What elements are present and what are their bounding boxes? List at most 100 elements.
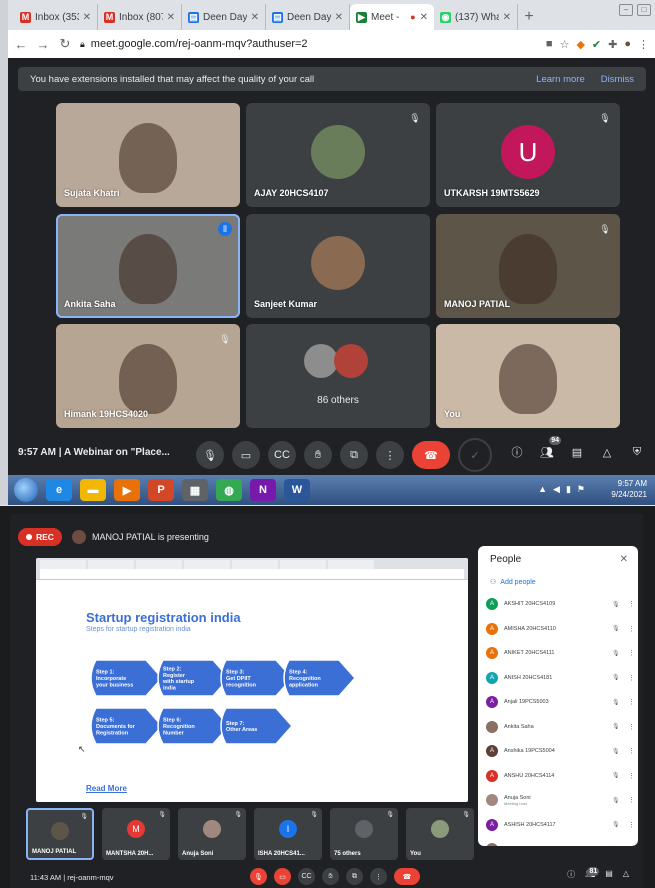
explorer-icon[interactable]: ▬ bbox=[80, 479, 106, 501]
menu-dots-icon[interactable]: ⋮ bbox=[638, 38, 649, 51]
chat-icon[interactable]: ▤ bbox=[567, 438, 587, 466]
participant-tile[interactable]: MANOJ PATIAL 🎙︎ bbox=[436, 214, 620, 318]
more-options-icon[interactable]: ⋮ bbox=[628, 649, 636, 657]
people-icon[interactable]: 👥︎81 bbox=[585, 867, 600, 880]
dismiss-button[interactable]: Dismiss bbox=[601, 74, 634, 85]
captions-icon[interactable]: CC bbox=[298, 868, 315, 885]
mic-icon[interactable]: 🎙︎ bbox=[196, 441, 224, 469]
people-list-item[interactable]: A ANIKET 20HCS4111 🎙︎ ⋮ bbox=[486, 641, 636, 666]
close-icon[interactable]: ✕ bbox=[620, 554, 628, 565]
calculator-icon[interactable]: ▦ bbox=[182, 479, 208, 501]
ie-icon[interactable]: e bbox=[46, 479, 72, 501]
more-options-icon[interactable]: ⋮ bbox=[628, 747, 636, 755]
mic-muted-icon[interactable]: 🎙︎ bbox=[612, 601, 622, 608]
people-list-item[interactable]: A Anjali 19PCS5003 🎙︎ ⋮ bbox=[486, 690, 636, 715]
activities-icon[interactable]: △ bbox=[597, 438, 617, 466]
present-screen-icon[interactable]: ⧉ bbox=[340, 441, 368, 469]
add-people-button[interactable]: ⚇ Add people bbox=[490, 578, 536, 587]
people-list-item[interactable]: Ankita Saha 🎙︎ ⋮ bbox=[486, 715, 636, 740]
participant-tile[interactable]: AJAY 20HCS4107 🎙︎ bbox=[246, 103, 430, 207]
participant-thumbnail[interactable]: M MANTSHA 20H... 🎙︎ bbox=[102, 808, 170, 860]
volume-icon[interactable]: ◀ bbox=[553, 484, 560, 495]
tab-close-icon[interactable]: ✕ bbox=[251, 12, 259, 23]
raise-hand-icon[interactable]: ✋︎ bbox=[322, 868, 339, 885]
forward-icon[interactable]: → bbox=[36, 37, 50, 52]
taskbar-clock[interactable]: 9:57 AM 9/24/2021 bbox=[611, 478, 647, 500]
tab-close-icon[interactable]: ✕ bbox=[167, 12, 175, 23]
extension-icon[interactable]: ◆ bbox=[576, 38, 584, 51]
mic-muted-icon[interactable]: 🎙︎ bbox=[612, 723, 622, 730]
new-tab-button[interactable]: + bbox=[518, 4, 540, 30]
more-options-icon[interactable]: ⋮ bbox=[628, 600, 636, 608]
more-options-icon[interactable]: ⋮ bbox=[628, 821, 636, 829]
participant-tile[interactable]: Himank 19HCS4020 🎙︎ bbox=[56, 324, 240, 428]
host-controls-icon[interactable]: ⛨ bbox=[627, 438, 647, 466]
mic-muted-icon[interactable]: 🎙︎ bbox=[612, 797, 622, 804]
browser-tab[interactable]: M Inbox (807) ✕ bbox=[98, 4, 182, 30]
onenote-icon[interactable]: N bbox=[250, 479, 276, 501]
mic-muted-icon[interactable]: 🎙︎ bbox=[612, 674, 622, 681]
chat-icon[interactable]: ▤ bbox=[605, 869, 613, 880]
more-options-icon[interactable]: ⋮ bbox=[628, 845, 636, 846]
people-list-item[interactable]: A ANSHU 20HCS4114 🎙︎ ⋮ bbox=[486, 764, 636, 789]
activities-icon[interactable]: △ bbox=[623, 869, 629, 880]
tab-close-icon[interactable]: ✕ bbox=[420, 12, 428, 23]
flag-icon[interactable]: ⚑ bbox=[577, 484, 585, 495]
browser-tab[interactable]: ▶ Meet - ● ✕ bbox=[350, 4, 434, 30]
media-player-icon[interactable]: ▶ bbox=[114, 479, 140, 501]
start-button[interactable] bbox=[14, 478, 38, 502]
people-list-item[interactable]: A Anshika 19PCS5004 🎙︎ ⋮ bbox=[486, 739, 636, 764]
participant-tile[interactable]: U UTKARSH 19MTS5629 🎙︎ bbox=[436, 103, 620, 207]
mic-muted-icon[interactable]: 🎙︎ bbox=[612, 821, 622, 828]
more-options-icon[interactable]: ⋮ bbox=[628, 625, 636, 633]
people-list-item[interactable]: A ASHISH 20HCS4117 🎙︎ ⋮ bbox=[486, 813, 636, 838]
more-options-icon[interactable]: ⋮ bbox=[628, 698, 636, 706]
star-icon[interactable]: ☆ bbox=[560, 38, 570, 51]
more-options-icon[interactable]: ⋮ bbox=[628, 674, 636, 682]
participant-thumbnail[interactable]: MANOJ PATIAL 🎙︎ bbox=[26, 808, 94, 860]
participant-tile[interactable]: Ankita Saha ⦀ bbox=[56, 214, 240, 318]
powerpoint-icon[interactable]: P bbox=[148, 479, 174, 501]
people-list-item[interactable]: A AMISHA 20HCS4110 🎙︎ ⋮ bbox=[486, 617, 636, 642]
check-icon[interactable]: ✔ bbox=[592, 38, 601, 51]
info-icon[interactable]: ⓘ bbox=[567, 869, 575, 880]
browser-tab[interactable]: ▤ Deen Dayal ✕ bbox=[266, 4, 350, 30]
camera-off-icon[interactable]: ▭ bbox=[274, 868, 291, 885]
present-screen-icon[interactable]: ⧉ bbox=[346, 868, 363, 885]
url-field[interactable]: 🔒︎ meet.google.com/rej-oanm-mqv?authuser… bbox=[80, 38, 538, 50]
more-options-icon[interactable]: ⋮ bbox=[370, 868, 387, 885]
tab-close-icon[interactable]: ✕ bbox=[335, 12, 343, 23]
network-icon[interactable]: ▮ bbox=[566, 484, 571, 495]
camera-icon[interactable]: ■ bbox=[546, 38, 553, 51]
back-icon[interactable]: ← bbox=[14, 37, 28, 52]
people-list-item[interactable]: A ANISH 20HCS4181 🎙︎ ⋮ bbox=[486, 666, 636, 691]
mic-off-icon[interactable]: 🎙︎ bbox=[250, 868, 267, 885]
participant-thumbnail[interactable]: You 🎙︎ bbox=[406, 808, 474, 860]
browser-tab[interactable]: ▤ Deen Dayal ✕ bbox=[182, 4, 266, 30]
raise-hand-icon[interactable]: ✋︎ bbox=[304, 441, 332, 469]
camera-toggle-icon[interactable]: ▭ bbox=[232, 441, 260, 469]
reload-icon[interactable]: ↻ bbox=[58, 36, 72, 52]
puzzle-icon[interactable]: ✚ bbox=[608, 38, 617, 51]
mic-muted-icon[interactable]: 🎙︎ bbox=[612, 748, 622, 755]
info-icon[interactable]: ⓘ bbox=[507, 438, 527, 466]
participant-tile[interactable]: Sanjeet Kumar bbox=[246, 214, 430, 318]
participant-thumbnail[interactable]: Anuja Soni 🎙︎ bbox=[178, 808, 246, 860]
participant-tile[interactable]: 86 others bbox=[246, 324, 430, 428]
participant-tile[interactable]: You bbox=[436, 324, 620, 428]
maximize-icon[interactable]: □ bbox=[637, 4, 651, 16]
read-more-link[interactable]: Read More bbox=[86, 784, 127, 793]
tray-arrow-icon[interactable]: ▲ bbox=[538, 484, 547, 495]
end-call-button[interactable]: ☎︎ bbox=[394, 868, 420, 885]
captions-icon[interactable]: CC bbox=[268, 441, 296, 469]
more-options-icon[interactable]: ⋮ bbox=[376, 441, 404, 469]
word-icon[interactable]: W bbox=[284, 479, 310, 501]
more-options-icon[interactable]: ⋮ bbox=[628, 723, 636, 731]
people-icon[interactable]: 👥︎ 94 bbox=[537, 436, 561, 466]
mic-muted-icon[interactable]: 🎙︎ bbox=[612, 650, 622, 657]
participant-tile[interactable]: Sujata Khatri bbox=[56, 103, 240, 207]
mic-muted-icon[interactable]: 🎙︎ bbox=[612, 772, 622, 779]
mic-muted-icon[interactable]: 🎙︎ bbox=[612, 699, 622, 706]
people-list-item[interactable]: Anuja Soni Meeting host 🎙︎ ⋮ bbox=[486, 788, 636, 813]
browser-tab[interactable]: ◉ (137) Whats ✕ bbox=[434, 4, 518, 30]
